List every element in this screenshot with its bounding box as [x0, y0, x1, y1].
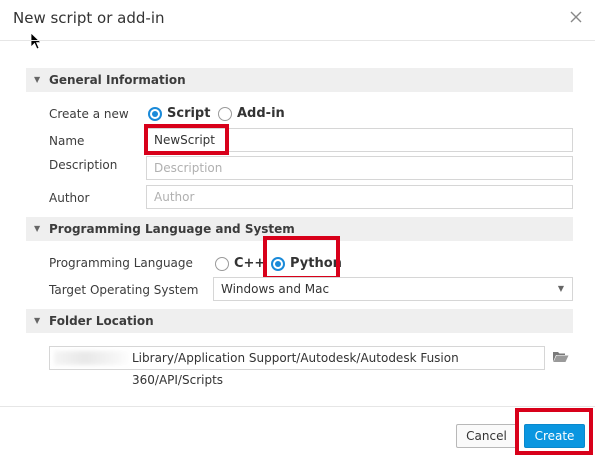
caret-down-icon: ▼: [34, 75, 41, 84]
description-placeholder: Description: [154, 161, 223, 175]
folder-path-value: Library/Application Support/Autodesk/Aut…: [132, 351, 459, 387]
dialog-title: New script or add-in: [13, 9, 165, 27]
section-title: Folder Location: [49, 314, 154, 328]
radio-cpp[interactable]: [215, 257, 229, 271]
section-title: Programming Language and System: [49, 222, 295, 236]
section-folder-location[interactable]: ▼ Folder Location: [26, 309, 573, 333]
caret-down-icon: ▼: [34, 224, 41, 233]
programming-language-label: Programming Language: [49, 256, 193, 270]
python-highlight-box: [263, 236, 340, 280]
description-label: Description: [49, 158, 118, 172]
radio-addin[interactable]: [218, 107, 232, 121]
chevron-down-icon: ▼: [557, 284, 564, 293]
target-os-label: Target Operating System: [49, 283, 199, 297]
author-field[interactable]: Author: [146, 185, 573, 209]
section-general-information[interactable]: ▼ General Information: [26, 68, 573, 92]
close-icon[interactable]: [568, 9, 584, 25]
radio-cpp-label[interactable]: C++: [234, 256, 265, 271]
folder-path-field[interactable]: Library/Application Support/Autodesk/Aut…: [49, 346, 545, 387]
create-highlight-box: [515, 408, 593, 455]
section-title: General Information: [49, 73, 186, 87]
radio-script[interactable]: [148, 107, 162, 121]
author-label: Author: [49, 191, 90, 205]
radio-addin-label[interactable]: Add-in: [237, 106, 285, 121]
create-new-label: Create a new: [49, 107, 129, 121]
name-highlight-box: [144, 124, 229, 155]
name-label: Name: [49, 134, 85, 148]
folder-open-icon[interactable]: [552, 350, 569, 363]
radio-script-label[interactable]: Script: [167, 106, 210, 121]
title-divider: [0, 40, 595, 41]
target-os-select[interactable]: Windows and Mac ▼: [213, 277, 573, 301]
mouse-pointer-icon: [30, 32, 42, 50]
author-placeholder: Author: [154, 190, 195, 204]
cancel-button[interactable]: Cancel: [456, 424, 517, 448]
description-field[interactable]: Description: [146, 156, 573, 180]
blurred-path-prefix: [54, 351, 132, 365]
caret-down-icon: ▼: [34, 316, 41, 325]
footer-divider: [0, 406, 595, 407]
target-os-value: Windows and Mac: [221, 282, 330, 296]
